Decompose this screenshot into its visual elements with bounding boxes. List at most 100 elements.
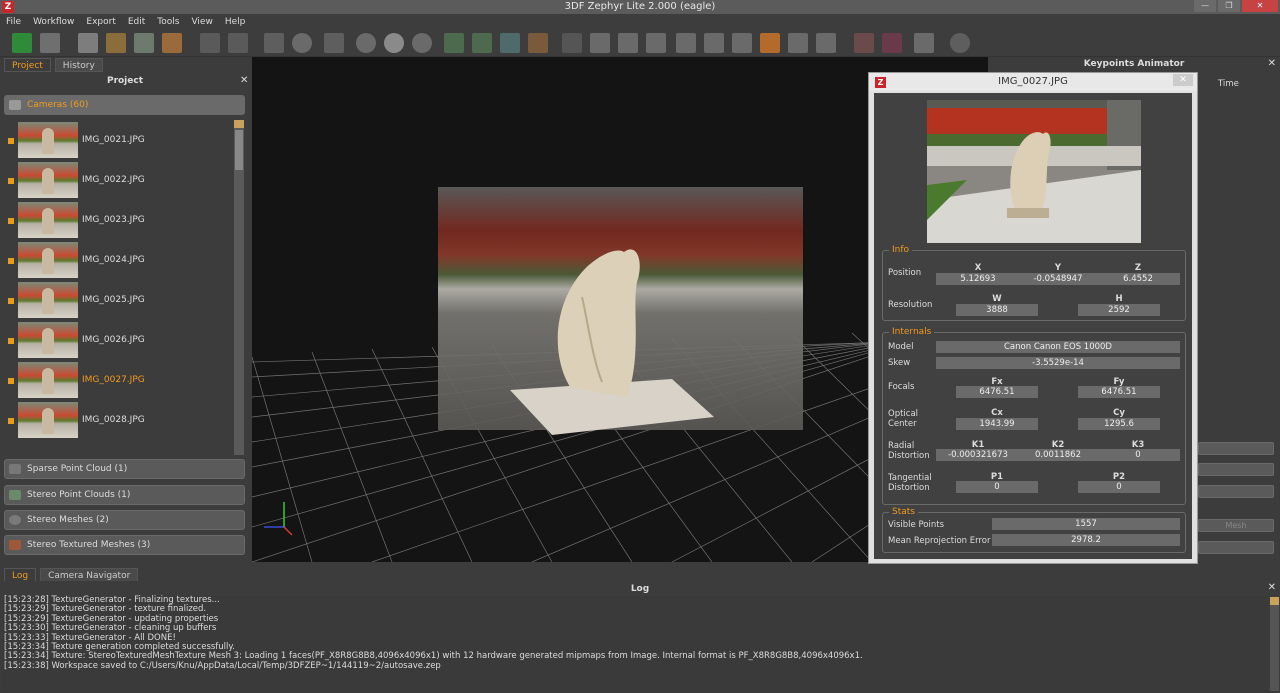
camera-list-scrollbar[interactable] bbox=[234, 120, 244, 455]
axis-icon[interactable] bbox=[324, 33, 344, 53]
film-icon[interactable] bbox=[78, 33, 98, 53]
sparse-point-cloud-button[interactable]: Sparse Point Cloud (1) bbox=[4, 459, 245, 479]
camera-name: IMG_0023.JPG bbox=[82, 215, 145, 225]
dots-green-icon[interactable] bbox=[472, 33, 492, 53]
select-icon[interactable] bbox=[590, 33, 610, 53]
stereo-point-clouds-button[interactable]: Stereo Point Clouds (1) bbox=[4, 485, 245, 505]
category-label: Stereo Meshes (2) bbox=[27, 515, 109, 525]
stereo-meshes-button[interactable]: Stereo Meshes (2) bbox=[4, 510, 245, 530]
cube-red-icon[interactable] bbox=[882, 33, 902, 53]
log-output[interactable]: [15:23:28] TextureGenerator - Finalizing… bbox=[2, 595, 1268, 692]
list-item-selected[interactable]: IMG_0027.JPG bbox=[4, 361, 234, 401]
menu-help[interactable]: Help bbox=[225, 17, 246, 27]
select-remove-icon[interactable] bbox=[646, 33, 666, 53]
tangential-distortion-label-2: Distortion bbox=[888, 483, 930, 493]
cameras-button[interactable]: Cameras (60) bbox=[4, 95, 245, 115]
help-icon[interactable] bbox=[950, 33, 970, 53]
minimize-icon[interactable]: — bbox=[1194, 0, 1216, 12]
menu-export[interactable]: Export bbox=[86, 17, 115, 27]
camera-preview-image bbox=[927, 100, 1141, 243]
camera-status-icon bbox=[8, 138, 14, 144]
title-bar: Z 3DF Zephyr Lite 2.000 (eagle) — ❐ ✕ bbox=[0, 0, 1280, 14]
new-project-icon[interactable] bbox=[12, 33, 32, 53]
focals-label: Focals bbox=[888, 382, 915, 392]
rotate-icon[interactable] bbox=[292, 33, 312, 53]
menu-edit[interactable]: Edit bbox=[128, 17, 145, 27]
menu-view[interactable]: View bbox=[191, 17, 212, 27]
left-tabs: Project History bbox=[0, 57, 103, 73]
undo-icon[interactable] bbox=[200, 33, 220, 53]
deselect-icon[interactable] bbox=[788, 33, 808, 53]
dots-icon[interactable] bbox=[444, 33, 464, 53]
cameras-label: Cameras (60) bbox=[27, 100, 89, 110]
list-item[interactable]: IMG_0022.JPG bbox=[4, 161, 234, 201]
select-add-icon[interactable] bbox=[618, 33, 638, 53]
category-label: Stereo Point Clouds (1) bbox=[27, 490, 131, 500]
position-y-value: -0.0548947 bbox=[1016, 273, 1100, 285]
log-scrollbar[interactable] bbox=[1270, 597, 1279, 691]
skew-value: -3.5529e-14 bbox=[936, 357, 1180, 369]
invert-selection-icon[interactable] bbox=[760, 33, 780, 53]
camera-info-dialog: Z IMG_0027.JPG ✕ Info Position X Y Z 5.1… bbox=[868, 72, 1198, 564]
tab-log[interactable]: Log bbox=[4, 568, 37, 582]
tab-project[interactable]: Project bbox=[4, 58, 51, 72]
list-item[interactable]: IMG_0025.JPG bbox=[4, 281, 234, 321]
panel-close-icon[interactable]: ✕ bbox=[1268, 58, 1276, 69]
camera-name: IMG_0028.JPG bbox=[82, 415, 145, 425]
point-cloud-icon[interactable] bbox=[106, 33, 126, 53]
animator-button[interactable] bbox=[1198, 541, 1274, 554]
light-bulb-icon[interactable] bbox=[356, 33, 376, 53]
animator-button[interactable] bbox=[1198, 442, 1274, 455]
camera-status-icon bbox=[8, 378, 14, 384]
select-all-icon[interactable] bbox=[732, 33, 752, 53]
menu-tools[interactable]: Tools bbox=[157, 17, 179, 27]
screenshot-icon[interactable] bbox=[914, 33, 934, 53]
list-item[interactable]: IMG_0023.JPG bbox=[4, 201, 234, 241]
speech-bubble-icon[interactable] bbox=[384, 33, 404, 53]
log-close-icon[interactable]: ✕ bbox=[1268, 582, 1276, 593]
redo-icon[interactable] bbox=[228, 33, 248, 53]
camera-name: IMG_0025.JPG bbox=[82, 295, 145, 305]
scroll-up-icon[interactable] bbox=[234, 120, 244, 128]
magic-select-icon[interactable] bbox=[704, 33, 724, 53]
cube-icon[interactable] bbox=[528, 33, 548, 53]
menu-file[interactable]: File bbox=[6, 17, 21, 27]
lasso-icon[interactable] bbox=[676, 33, 696, 53]
panel-title: Project bbox=[106, 76, 144, 86]
animator-button[interactable] bbox=[1198, 463, 1274, 476]
list-item[interactable]: IMG_0024.JPG bbox=[4, 241, 234, 281]
circles-icon[interactable] bbox=[412, 33, 432, 53]
panel-close-icon[interactable]: ✕ bbox=[240, 75, 248, 86]
tab-camera-navigator[interactable]: Camera Navigator bbox=[40, 568, 139, 582]
camera-view-icon[interactable] bbox=[562, 33, 582, 53]
list-item[interactable]: IMG_0026.JPG bbox=[4, 321, 234, 361]
delete-selection-icon[interactable] bbox=[816, 33, 836, 53]
log-line: [15:23:30] TextureGenerator - cleaning u… bbox=[4, 623, 217, 634]
time-column-header: Time bbox=[1218, 79, 1239, 89]
animator-button-label: Mesh bbox=[1225, 521, 1247, 530]
list-item[interactable]: IMG_0028.JPG bbox=[4, 401, 234, 441]
save-icon[interactable] bbox=[40, 33, 60, 53]
sphere-icon[interactable] bbox=[500, 33, 520, 53]
scroll-up-icon[interactable] bbox=[1270, 597, 1279, 605]
dialog-close-icon[interactable]: ✕ bbox=[1173, 74, 1193, 86]
animator-button[interactable] bbox=[1198, 485, 1274, 498]
menu-workflow[interactable]: Workflow bbox=[33, 17, 74, 27]
tab-history[interactable]: History bbox=[54, 58, 103, 72]
close-window-icon[interactable]: ✕ bbox=[1242, 0, 1278, 12]
info-legend: Info bbox=[892, 245, 910, 255]
camera-name: IMG_0022.JPG bbox=[82, 175, 145, 185]
camera-thumbnail bbox=[18, 362, 78, 398]
pick-icon[interactable] bbox=[264, 33, 284, 53]
scroll-thumb[interactable] bbox=[235, 130, 243, 170]
camera-thumbnail bbox=[18, 202, 78, 238]
textured-mesh-icon[interactable] bbox=[162, 33, 182, 53]
maximize-icon[interactable]: ❐ bbox=[1218, 0, 1240, 12]
stereo-textured-meshes-button[interactable]: Stereo Textured Meshes (3) bbox=[4, 535, 245, 555]
mesh-icon[interactable] bbox=[134, 33, 154, 53]
camera-thumbnail bbox=[18, 162, 78, 198]
texture-red-icon[interactable] bbox=[854, 33, 874, 53]
stats-legend: Stats bbox=[892, 507, 915, 517]
list-item[interactable]: IMG_0021.JPG bbox=[4, 121, 234, 161]
animator-button[interactable]: Mesh bbox=[1198, 519, 1274, 532]
